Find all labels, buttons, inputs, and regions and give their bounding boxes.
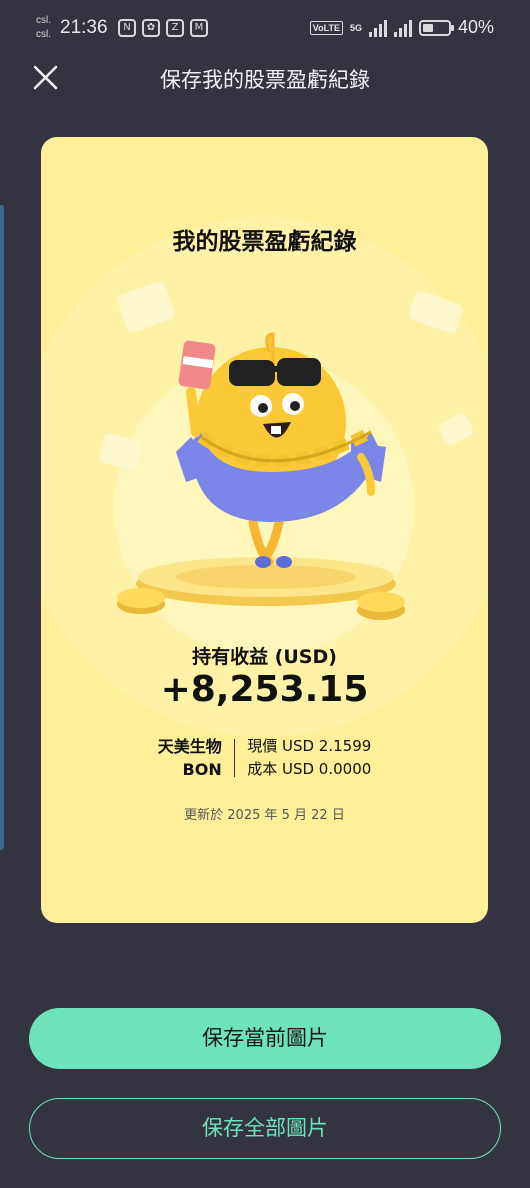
flower-app-icon: ✿ [142, 19, 160, 37]
stock-identity: 天美生物 BON [158, 735, 234, 781]
holding-return-label: 持有收益 (USD) [192, 646, 337, 668]
network-type: 5G [349, 22, 362, 33]
mascot-illustration [117, 332, 405, 620]
carrier-label: csl. [36, 15, 51, 26]
stock-symbol: BON [182, 760, 222, 779]
battery-icon [418, 19, 454, 36]
previous-card-edge[interactable] [0, 205, 4, 850]
clock: 21:36 [60, 17, 108, 38]
notification-icons: N ✿ Z M [118, 19, 208, 37]
share-card: 我的股票盈虧紀錄 持有收益 (USD) +8,253.15 天美生物 BON 現… [41, 137, 488, 923]
stock-name: 天美生物 [157, 737, 222, 756]
battery-percent: 40% [457, 17, 494, 37]
z-app-icon: Z [166, 19, 184, 37]
status-bar: csl. csl. 21:36 N ✿ Z M VoLTE 5G 40% [0, 0, 530, 58]
system-indicators: VoLTE 5G 40% [309, 17, 494, 38]
signal-icon [393, 19, 412, 37]
card-title: 我的股票盈虧紀錄 [172, 229, 357, 255]
cost-price: 成本 USD 0.0000 [247, 760, 372, 778]
stock-prices: 現價 USD 2.1599 成本 USD 0.0000 [235, 735, 371, 781]
stock-info: 天美生物 BON 現價 USD 2.1599 成本 USD 0.0000 [41, 735, 488, 781]
current-price: 現價 USD 2.1599 [247, 737, 372, 755]
page-title: 保存我的股票盈虧紀錄 [160, 68, 370, 92]
holding-return-value: +8,253.15 [160, 669, 369, 710]
carrier-label: csl. [36, 29, 51, 40]
signal-icon [368, 19, 387, 37]
volte-icon: VoLTE [309, 20, 343, 35]
updated-date: 更新於 2025 年 5 月 22 日 [184, 808, 345, 823]
mail-icon: M [190, 19, 208, 37]
save-all-images-button[interactable]: 保存全部圖片 [29, 1098, 501, 1159]
save-current-image-button[interactable]: 保存當前圖片 [29, 1008, 501, 1069]
carrier-labels: csl. csl. [36, 14, 51, 42]
n-app-icon: N [118, 19, 136, 37]
